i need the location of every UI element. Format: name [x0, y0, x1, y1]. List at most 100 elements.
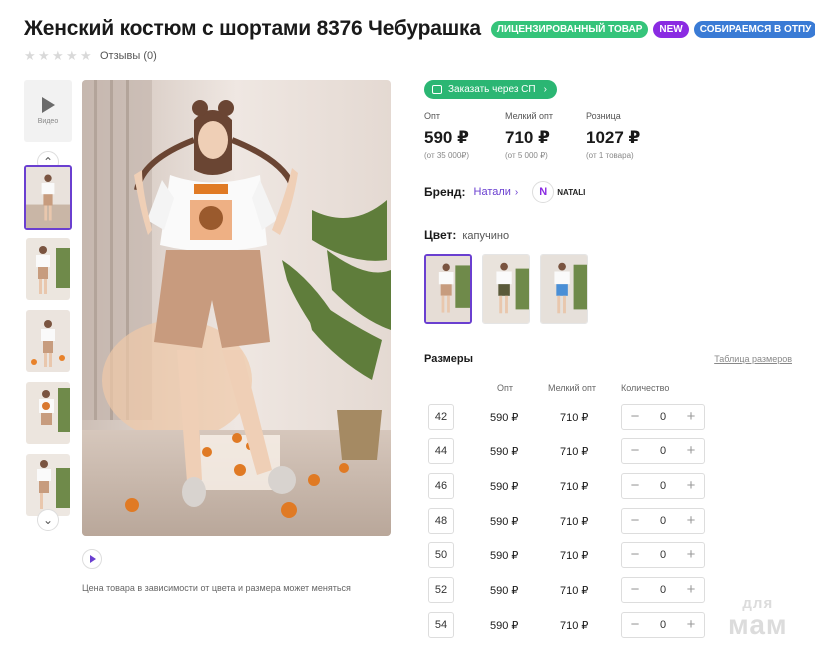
- star-icon: ★: [80, 48, 92, 63]
- size-label: 44: [428, 438, 454, 464]
- thumbnail-photo: [26, 454, 70, 516]
- size-price-opt: 590 ₽: [490, 585, 519, 597]
- order-sp-button[interactable]: Заказать через СП ›: [424, 80, 557, 99]
- star-icon: ★: [24, 48, 36, 63]
- price-block: Опт 590 ₽ (от 35 000₽) Мелкий опт 710 ₽ …: [424, 111, 667, 160]
- minus-button[interactable]: −: [628, 547, 642, 562]
- quantity-value[interactable]: 0: [660, 411, 666, 423]
- quantity-stepper: − 0 +: [621, 612, 705, 638]
- thumbnail-photo: [26, 167, 70, 228]
- price-value: 1027 ₽: [586, 128, 641, 147]
- video-thumbnail[interactable]: Видео: [24, 80, 72, 142]
- gallery-thumbnail[interactable]: [24, 165, 72, 230]
- quantity-stepper: − 0 +: [621, 404, 705, 430]
- brand-link[interactable]: Натали: [474, 186, 511, 198]
- sizes-title: Размеры: [424, 353, 474, 365]
- plus-button[interactable]: +: [684, 513, 698, 528]
- column-header-quantity: Количество: [621, 383, 670, 393]
- gallery-thumbnail[interactable]: [26, 382, 70, 444]
- plus-button[interactable]: +: [684, 443, 698, 458]
- quantity-value[interactable]: 0: [660, 445, 666, 457]
- sizes-header: Размеры Таблица размеров: [424, 353, 792, 365]
- product-title: Женский костюм с шортами 8376 Чебурашка: [24, 17, 481, 40]
- swatch-photo: [426, 256, 470, 322]
- size-row: 50 590 ₽ 710 ₽ − 0 +: [428, 542, 808, 569]
- plus-button[interactable]: +: [684, 547, 698, 562]
- price-small-opt: Мелкий опт 710 ₽ (от 5 000 ₽): [505, 111, 586, 160]
- color-value: капучино: [462, 230, 510, 242]
- price-label: Розница: [586, 111, 621, 121]
- video-label: Видео: [37, 118, 59, 125]
- size-row: 46 590 ₽ 710 ₽ − 0 +: [428, 473, 808, 500]
- color-swatch-cappuccino[interactable]: [424, 254, 472, 324]
- quantity-stepper: − 0 +: [621, 508, 705, 534]
- main-product-photo[interactable]: [82, 80, 391, 536]
- star-icon: ★: [66, 48, 78, 63]
- quantity-value[interactable]: 0: [660, 584, 666, 596]
- chevron-down-icon: ⌄: [42, 513, 54, 527]
- color-swatch-khaki[interactable]: [482, 254, 530, 324]
- color-swatch-blue[interactable]: [540, 254, 588, 324]
- size-row: 44 590 ₽ 710 ₽ − 0 +: [428, 438, 808, 465]
- minus-button[interactable]: −: [628, 409, 642, 424]
- play-icon: [90, 555, 96, 563]
- gallery-thumbnail[interactable]: [26, 454, 70, 516]
- size-price-small-opt: 710 ₽: [560, 620, 589, 632]
- size-label: 48: [428, 508, 454, 534]
- swatch-photo: [541, 255, 587, 323]
- vacation-badge[interactable]: СОБИРАЕМСЯ В ОТПУ: [693, 20, 815, 38]
- brand-logo-icon[interactable]: N: [532, 181, 555, 203]
- size-row: 42 590 ₽ 710 ₽ − 0 +: [428, 404, 808, 431]
- size-price-small-opt: 710 ₽: [560, 481, 589, 493]
- minus-button[interactable]: −: [628, 443, 642, 458]
- quantity-stepper: − 0 +: [621, 438, 705, 464]
- gallery-thumbnail[interactable]: [26, 238, 70, 300]
- price-label: Мелкий опт: [505, 111, 554, 121]
- minus-button[interactable]: −: [628, 513, 642, 528]
- photo-video-button[interactable]: [82, 549, 102, 569]
- quantity-stepper: − 0 +: [621, 542, 705, 568]
- quantity-value[interactable]: 0: [660, 549, 666, 561]
- cart-icon: [432, 85, 442, 94]
- thumb-scroll-down-button[interactable]: ⌄: [37, 509, 59, 531]
- size-price-small-opt: 710 ₽: [560, 412, 589, 424]
- column-header-opt: Опт: [497, 383, 513, 393]
- size-price-opt: 590 ₽: [490, 620, 519, 632]
- new-badge[interactable]: NEW: [653, 20, 689, 38]
- watermark-logo: для мам: [728, 596, 788, 639]
- licensed-badge[interactable]: ЛИЦЕНЗИРОВАННЫЙ ТОВАР: [490, 20, 649, 38]
- chevron-right-icon: ›: [514, 186, 519, 198]
- plus-button[interactable]: +: [684, 582, 698, 597]
- column-header-small-opt: Мелкий опт: [548, 383, 597, 393]
- size-table-link[interactable]: Таблица размеров: [714, 354, 792, 364]
- quantity-stepper: − 0 +: [621, 577, 705, 603]
- price-condition: (от 1 товара): [586, 151, 634, 160]
- quantity-stepper: − 0 +: [621, 473, 705, 499]
- price-label: Опт: [424, 111, 440, 121]
- price-condition: (от 35 000₽): [424, 151, 470, 160]
- size-label: 54: [428, 612, 454, 638]
- quantity-value[interactable]: 0: [660, 515, 666, 527]
- size-price-opt: 590 ₽: [490, 550, 519, 562]
- minus-button[interactable]: −: [628, 582, 642, 597]
- size-label: 50: [428, 542, 454, 568]
- size-price-opt: 590 ₽: [490, 412, 519, 424]
- plus-button[interactable]: +: [684, 617, 698, 632]
- reviews-link[interactable]: Отзывы (0): [100, 50, 157, 62]
- thumbnail-column: Видео: [24, 80, 72, 142]
- plus-button[interactable]: +: [684, 478, 698, 493]
- color-label: Цвет:: [424, 228, 457, 242]
- brand-label: Бренд:: [424, 185, 466, 199]
- size-price-opt: 590 ₽: [490, 446, 519, 458]
- price-opt: Опт 590 ₽ (от 35 000₽): [424, 111, 505, 160]
- star-icon: ★: [38, 48, 50, 63]
- minus-button[interactable]: −: [628, 617, 642, 632]
- star-icon: ★: [52, 48, 64, 63]
- quantity-value[interactable]: 0: [660, 619, 666, 631]
- plus-button[interactable]: +: [684, 409, 698, 424]
- quantity-value[interactable]: 0: [660, 480, 666, 492]
- minus-button[interactable]: −: [628, 478, 642, 493]
- size-label: 46: [428, 473, 454, 499]
- gallery-thumbnail[interactable]: [26, 310, 70, 372]
- size-label: 52: [428, 577, 454, 603]
